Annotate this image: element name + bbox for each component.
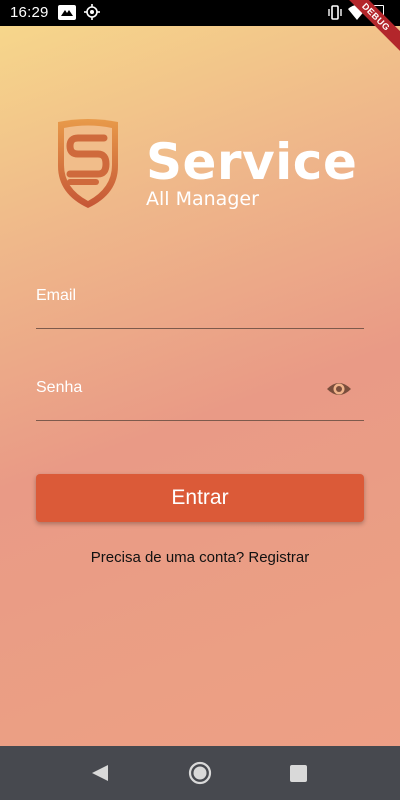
email-field[interactable]: Email bbox=[36, 277, 364, 329]
eye-icon[interactable] bbox=[326, 378, 352, 400]
logo-subtitle: All Manager bbox=[146, 188, 259, 210]
status-bar: 16:29 bbox=[0, 0, 400, 26]
location-icon bbox=[84, 4, 100, 20]
password-input[interactable] bbox=[36, 369, 364, 421]
notification-app-icon bbox=[58, 5, 76, 20]
recents-icon[interactable] bbox=[290, 765, 307, 782]
login-screen: 16:29 DEBUG Service All Manager Email Se… bbox=[0, 0, 400, 800]
navigation-bar bbox=[0, 746, 400, 800]
home-icon[interactable] bbox=[188, 761, 212, 785]
shield-logo-icon bbox=[58, 119, 118, 208]
login-button[interactable]: Entrar bbox=[36, 474, 364, 522]
vibrate-icon bbox=[327, 4, 343, 21]
password-field[interactable]: Senha bbox=[36, 369, 364, 421]
email-input[interactable] bbox=[36, 277, 364, 329]
register-link[interactable]: Precisa de uma conta? Registrar bbox=[0, 549, 400, 566]
logo-title: Service bbox=[146, 133, 358, 191]
back-icon[interactable] bbox=[91, 764, 109, 782]
password-underline bbox=[36, 420, 364, 421]
status-time: 16:29 bbox=[10, 4, 49, 21]
email-underline bbox=[36, 328, 364, 329]
